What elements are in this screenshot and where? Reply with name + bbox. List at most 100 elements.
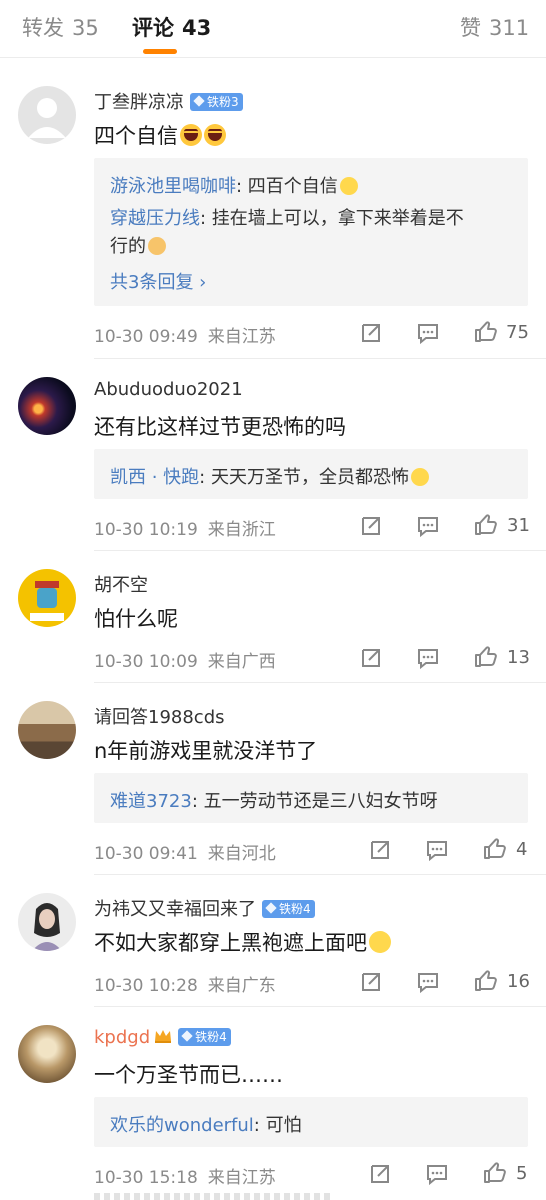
reply-item: 游泳池里喝咖啡: 四百个自信 xyxy=(110,172,358,198)
like-count: 16 xyxy=(507,971,530,992)
comment-time: 10-30 10:19 xyxy=(94,520,198,540)
comment-time: 10-30 10:09 xyxy=(94,652,198,672)
comment-icon[interactable] xyxy=(425,838,449,862)
avatar[interactable] xyxy=(18,701,76,759)
comment-item: 请回答1988cds n年前游戏里就没洋节了 难道3723: 五一劳动节还是三八… xyxy=(0,683,546,875)
doge-emoji-icon xyxy=(148,237,166,255)
reply-username[interactable]: 游泳池里喝咖啡 xyxy=(110,176,236,197)
tab-likes[interactable]: 赞 311 xyxy=(460,12,529,42)
like-count: 75 xyxy=(506,322,529,343)
comment-icon[interactable] xyxy=(416,321,440,345)
username[interactable]: 胡不空 xyxy=(94,571,148,597)
laugh-emoji-icon xyxy=(204,124,226,146)
comment-text-content: 一个万圣节而已…… xyxy=(94,1063,283,1087)
username[interactable]: kpdgd 铁粉4 xyxy=(94,1027,231,1048)
reply-text: : 挂在墙上可以，拿下来举着是不 xyxy=(200,208,464,229)
reply-username[interactable]: 穿越压力线 xyxy=(110,208,200,229)
reply-text: : 五一劳动节还是三八妇女节呀 xyxy=(191,791,438,812)
like-icon[interactable] xyxy=(483,837,507,861)
avatar[interactable] xyxy=(18,1025,76,1083)
reply-box[interactable]: 游泳池里喝咖啡: 四百个自信 穿越压力线: 挂在墙上可以，拿下来举着是不 行的 … xyxy=(94,158,528,306)
avatar[interactable] xyxy=(18,86,76,144)
share-icon[interactable] xyxy=(359,514,383,538)
comment-text-content: n年前游戏里就没洋节了 xyxy=(94,739,318,763)
reply-box[interactable]: 凯西 · 快跑: 天天万圣节，全员都恐怖 xyxy=(94,449,528,499)
reply-item: 穿越压力线: 挂在墙上可以，拿下来举着是不 xyxy=(110,204,464,230)
comment-meta: 10-30 10:19 来自浙江 xyxy=(94,515,276,540)
like-icon[interactable] xyxy=(474,513,498,537)
reply-username[interactable]: 欢乐的wonderful xyxy=(110,1115,254,1136)
tab-reposts-label: 转发 xyxy=(22,16,64,40)
comment-location: 来自广西 xyxy=(207,652,276,672)
comment-meta: 10-30 09:49 来自江苏 xyxy=(94,322,276,347)
tab-reposts-count: 35 xyxy=(72,16,99,40)
comment-time: 10-30 15:18 xyxy=(94,1168,198,1188)
share-icon[interactable] xyxy=(359,970,383,994)
tab-comments[interactable]: 评论 43 xyxy=(132,12,211,42)
avatar[interactable] xyxy=(18,893,76,951)
username-text: 丁叁胖凉凉 xyxy=(94,92,184,113)
username-text: Abuduoduo2021 xyxy=(94,379,243,400)
comment-location: 来自浙江 xyxy=(207,520,276,540)
fan-badge: 铁粉3 xyxy=(190,93,243,111)
comment-text: 不如大家都穿上黑袍遮上面吧 xyxy=(94,927,391,957)
next-comment-partial xyxy=(94,1193,334,1200)
reply-box[interactable]: 难道3723: 五一劳动节还是三八妇女节呀 xyxy=(94,773,528,823)
share-icon[interactable] xyxy=(359,646,383,670)
reply-box[interactable]: 欢乐的wonderful: 可怕 xyxy=(94,1097,528,1147)
like-count: 4 xyxy=(516,839,528,860)
comment-icon[interactable] xyxy=(416,970,440,994)
reply-username[interactable]: 难道3723 xyxy=(110,791,192,812)
comment-text-content: 还有比这样过节更恐怖的吗 xyxy=(94,415,346,439)
comment-time: 10-30 09:41 xyxy=(94,844,198,864)
reply-username[interactable]: 凯西 · 快跑 xyxy=(110,467,199,488)
comment-time: 10-30 09:49 xyxy=(94,327,198,347)
diamond-icon xyxy=(193,95,205,107)
username-text: 请回答1988cds xyxy=(94,707,225,728)
more-replies-link[interactable]: 共3条回复 › xyxy=(110,268,206,294)
tab-reposts[interactable]: 转发 35 xyxy=(22,12,99,42)
username[interactable]: 丁叁胖凉凉 铁粉3 xyxy=(94,88,243,114)
share-icon[interactable] xyxy=(368,838,392,862)
comment-location: 来自河北 xyxy=(207,844,276,864)
comment-text: 四个自信 xyxy=(94,120,226,150)
tab-likes-label: 赞 xyxy=(460,16,481,40)
avatar[interactable] xyxy=(18,377,76,435)
username-text: 胡不空 xyxy=(94,575,148,596)
comment-item: 胡不空 怕什么呢 10-30 10:09 来自广西 13 xyxy=(0,551,546,683)
comment-item: 为祎又又幸福回来了 铁粉4 不如大家都穿上黑袍遮上面吧 10-30 10:28 来自… xyxy=(0,875,546,1007)
comment-icon[interactable] xyxy=(416,514,440,538)
username-text: kpdgd xyxy=(94,1027,151,1048)
share-icon[interactable] xyxy=(359,321,383,345)
reply-text-continued: 行的 xyxy=(110,236,146,257)
fan-badge-label: 铁粉4 xyxy=(195,1030,227,1044)
reply-item: 凯西 · 快跑: 天天万圣节，全员都恐怖 xyxy=(110,463,429,489)
comment-text-content: 四个自信 xyxy=(94,124,178,148)
comment-tabs: 转发 35 评论 43 赞 311 xyxy=(0,0,546,58)
reply-item: 难道3723: 五一劳动节还是三八妇女节呀 xyxy=(110,787,438,813)
comment-item: 丁叁胖凉凉 铁粉3 四个自信 游泳池里喝咖啡: 四百个自信 穿越压力线: 挂在墙上… xyxy=(0,58,546,359)
username[interactable]: 请回答1988cds xyxy=(94,703,225,729)
fan-badge: 铁粉4 xyxy=(262,900,315,918)
diamond-icon xyxy=(265,902,277,914)
like-icon[interactable] xyxy=(474,320,498,344)
reply-text: : 可怕 xyxy=(253,1115,302,1136)
comment-item: kpdgd 铁粉4 一个万圣节而已…… 欢乐的wonderful: 可怕 10-3… xyxy=(0,1007,546,1200)
like-icon[interactable] xyxy=(474,969,498,993)
comment-text-content: 怕什么呢 xyxy=(94,607,178,631)
comment-icon[interactable] xyxy=(425,1162,449,1186)
comment-location: 来自江苏 xyxy=(207,1168,276,1188)
like-icon[interactable] xyxy=(483,1161,507,1185)
fan-badge-label: 铁粉3 xyxy=(207,95,239,109)
share-icon[interactable] xyxy=(368,1162,392,1186)
username[interactable]: 为祎又又幸福回来了 铁粉4 xyxy=(94,895,315,921)
diamond-icon xyxy=(181,1030,193,1042)
smile-emoji-icon xyxy=(339,177,358,195)
comment-icon[interactable] xyxy=(416,646,440,670)
like-count: 31 xyxy=(507,515,530,536)
reply-item-continued: 行的 xyxy=(110,232,166,258)
username[interactable]: Abuduoduo2021 xyxy=(94,379,243,400)
comment-text: 怕什么呢 xyxy=(94,603,178,633)
like-icon[interactable] xyxy=(474,645,498,669)
avatar[interactable] xyxy=(18,569,76,627)
